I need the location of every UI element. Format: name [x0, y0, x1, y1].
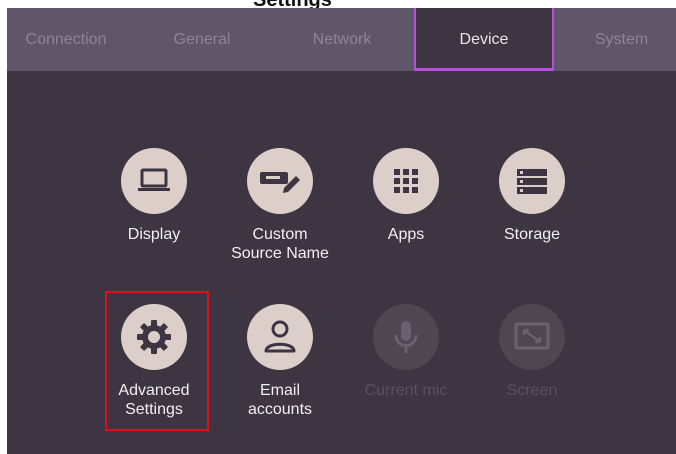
- storage-icon-circle: [499, 148, 565, 214]
- tab-bar: Connection General Network Device System: [7, 8, 676, 71]
- person-icon: [264, 320, 296, 353]
- current-mic-label: Current mic: [364, 382, 448, 399]
- rename-tag-icon: [260, 172, 300, 193]
- screen-icon: [514, 322, 550, 350]
- tab-connection[interactable]: Connection: [7, 8, 125, 71]
- screen-icon-circle: [499, 304, 565, 370]
- page-title-fragment: Settings: [253, 0, 423, 8]
- tab-network[interactable]: Network: [282, 8, 402, 71]
- apps-tile[interactable]: Apps: [341, 148, 471, 244]
- email-accounts-tile[interactable]: Email accounts: [215, 304, 345, 419]
- storage-tile[interactable]: Storage: [467, 148, 597, 244]
- screen-tile: Screen: [467, 304, 597, 400]
- laptop-icon: [138, 168, 170, 191]
- apps-label: Apps: [387, 226, 425, 243]
- highlight-box: [105, 291, 209, 431]
- custom-source-name-tile[interactable]: Custom Source Name: [215, 148, 345, 263]
- current-mic-tile: Current mic: [341, 304, 471, 400]
- apps-icon-circle: [373, 148, 439, 214]
- display-icon-circle: [121, 148, 187, 214]
- email-accounts-label: Email accounts: [247, 382, 313, 418]
- custom-source-name-label: Custom Source Name: [231, 226, 329, 262]
- tab-system[interactable]: System: [567, 8, 676, 71]
- apps-grid-icon: [394, 169, 418, 193]
- storage-label: Storage: [503, 226, 561, 243]
- current-mic-icon-circle: [373, 304, 439, 370]
- tab-general[interactable]: General: [142, 8, 262, 71]
- storage-icon: [517, 169, 547, 194]
- custom-source-name-icon-circle: [247, 148, 313, 214]
- settings-panel: Connection General Network Device System…: [7, 8, 676, 454]
- microphone-icon: [394, 321, 418, 353]
- screen-label: Screen: [506, 382, 558, 399]
- display-tile[interactable]: Display: [89, 148, 219, 244]
- display-label: Display: [127, 226, 181, 243]
- tab-device[interactable]: Device: [414, 8, 554, 71]
- email-accounts-icon-circle: [247, 304, 313, 370]
